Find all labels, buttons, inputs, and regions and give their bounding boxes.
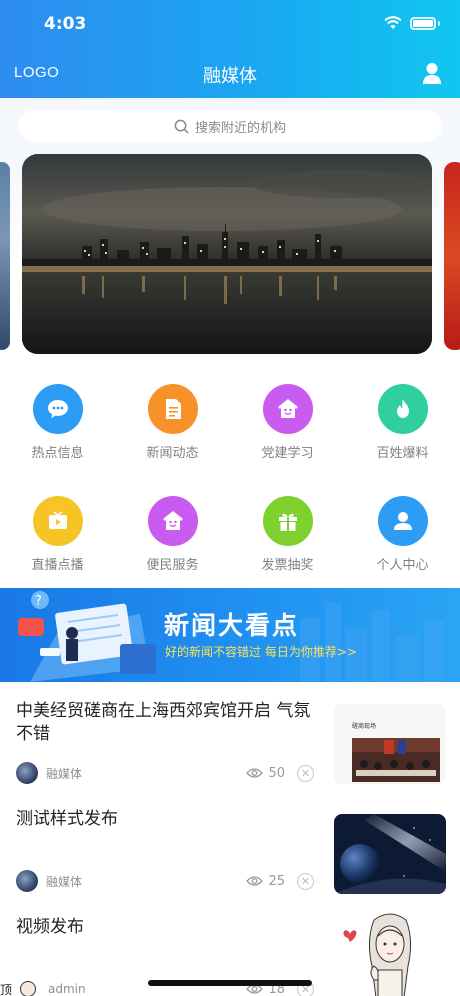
view-count: 25: [246, 874, 285, 889]
view-count-value: 25: [268, 873, 285, 889]
grid-item-party-study[interactable]: 党建学习: [230, 372, 345, 476]
view-count-value: 50: [268, 765, 285, 781]
view-count: 50: [246, 766, 285, 781]
grid-label: 个人中心: [376, 558, 429, 573]
news-source: admin: [48, 982, 86, 996]
news-source: 融媒体: [46, 766, 83, 781]
app-header: 4:03 LOGO 融媒体: [0, 0, 460, 98]
eye-icon: [246, 876, 264, 886]
news-item[interactable]: 中美经贸磋商在上海西郊宾馆开启 气氛不错 融媒体 50 ✕ 磋商现场: [0, 682, 460, 794]
grid-label: 热点信息: [31, 446, 84, 461]
page-title: 融媒体: [203, 66, 257, 87]
news-title[interactable]: 视频发布: [16, 916, 316, 939]
grid-item-hot-info[interactable]: 热点信息: [0, 372, 115, 476]
news-meta: 融媒体 25 ✕: [16, 870, 314, 892]
news-thumbnail[interactable]: 磋商现场: [334, 704, 446, 784]
wifi-icon: [384, 16, 402, 29]
avatar: [16, 870, 38, 892]
svg-text:?: ?: [35, 594, 42, 609]
house-smile-icon: [262, 384, 313, 434]
home-indicator[interactable]: [148, 980, 312, 986]
banner-image[interactable]: [22, 154, 432, 354]
promo-banner[interactable]: ? 新闻大看点 好的新闻不容错过 每日为你推荐>>: [0, 588, 460, 682]
meeting-photo: [334, 704, 446, 784]
admin-avatar-icon: [20, 981, 37, 996]
girl-illustration: [343, 913, 412, 996]
news-title[interactable]: 中美经贸磋商在上海西郊宾馆开启 气氛不错: [16, 700, 316, 746]
news-thumbnail[interactable]: [334, 814, 446, 894]
status-time: 4:03: [44, 14, 87, 34]
grid-label: 便民服务: [146, 558, 199, 573]
search-input[interactable]: 搜索附近的机构: [18, 110, 442, 142]
news-title[interactable]: 测试样式发布: [16, 808, 316, 831]
grid-item-news[interactable]: 新闻动态: [115, 372, 230, 476]
grid-label: 直播点播: [31, 558, 84, 573]
banner-carousel[interactable]: [0, 150, 460, 370]
news-meta: 融媒体 50 ✕: [16, 762, 314, 784]
city-skyline-image: [22, 154, 432, 354]
space-planet-photo: [334, 814, 446, 894]
user-icon[interactable]: [422, 62, 442, 84]
grid-item-invoice-lottery[interactable]: 发票抽奖: [230, 484, 345, 588]
search-icon: [174, 119, 189, 134]
grid-item-citizen-report[interactable]: 百姓爆料: [345, 372, 460, 476]
news-item[interactable]: 测试样式发布 融媒体 25 ✕: [0, 794, 460, 902]
chat-bubble-icon: [32, 384, 83, 434]
grid-item-profile[interactable]: 个人中心: [345, 484, 460, 588]
grid-label: 百姓爆料: [376, 446, 429, 461]
top-badge: 顶: [0, 982, 13, 996]
document-icon: [147, 384, 198, 434]
battery-tip: [438, 20, 440, 26]
grid-label: 党建学习: [261, 446, 314, 461]
flame-icon: [377, 384, 428, 434]
person-icon: [377, 496, 428, 546]
search-section: 搜索附近的机构: [0, 98, 460, 158]
function-grid: 热点信息 新闻动态 党建学习 百姓爆料 直播点播 便民服务 发票抽奖 个人中心: [0, 372, 460, 588]
promo-title: 新闻大看点: [164, 611, 300, 640]
grid-label: 新闻动态: [146, 446, 199, 461]
house-smile-icon: [147, 496, 198, 546]
banner-prev-slide[interactable]: [0, 162, 10, 350]
thumbnail-caption: 磋商现场: [352, 723, 377, 730]
news-thumbnail[interactable]: [334, 910, 446, 996]
tv-icon: [32, 496, 83, 546]
gift-icon: [262, 496, 313, 546]
promo-subtitle[interactable]: 好的新闻不容错过 每日为你推荐>>: [165, 643, 357, 660]
dismiss-icon[interactable]: ✕: [297, 764, 314, 782]
grid-item-services[interactable]: 便民服务: [115, 484, 230, 588]
news-source: 融媒体: [46, 874, 83, 889]
search-placeholder: 搜索附近的机构: [194, 120, 286, 136]
grid-label: 发票抽奖: [261, 558, 314, 573]
banner-next-slide[interactable]: [444, 162, 460, 350]
battery-icon: [410, 16, 436, 30]
status-icons: [384, 16, 440, 30]
eye-icon: [246, 768, 264, 778]
grid-item-live[interactable]: 直播点播: [0, 484, 115, 588]
dismiss-icon[interactable]: ✕: [297, 872, 314, 890]
avatar: [16, 762, 38, 784]
